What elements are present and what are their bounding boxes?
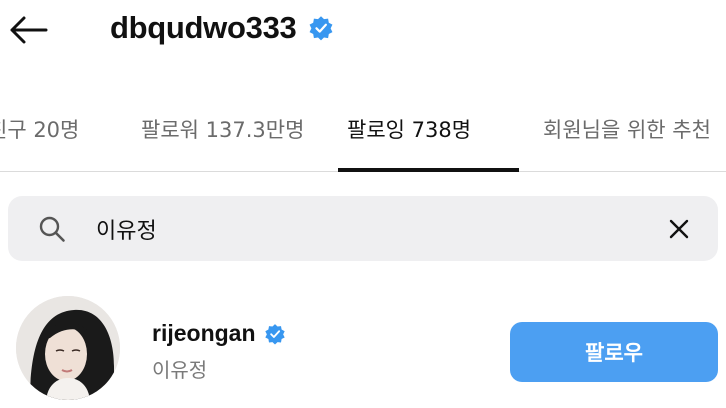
tab-bar: 친구 20명 팔로워 137.3만명 팔로잉 738명 회원님을 위한 추천: [0, 100, 726, 172]
profile-username: dbqudwo333: [110, 10, 297, 45]
list-item[interactable]: rijeongan 이유정 팔로우: [0, 290, 726, 408]
search-input[interactable]: [96, 206, 636, 251]
profile-title: dbqudwo333: [110, 10, 334, 46]
account-display-name: 이유정: [152, 358, 208, 382]
search-bar: [8, 196, 718, 261]
verified-badge-icon: [310, 16, 333, 41]
avatar-image: [16, 296, 120, 400]
account-handle: rijeongan: [152, 320, 256, 346]
tab-following[interactable]: 팔로잉 738명: [347, 100, 471, 172]
header: dbqudwo333: [0, 0, 726, 62]
verified-badge-icon: [264, 323, 285, 344]
account-name: rijeongan: [152, 320, 286, 347]
back-button[interactable]: [4, 8, 52, 52]
active-tab-indicator: [338, 168, 519, 172]
avatar[interactable]: [16, 296, 120, 400]
tab-followers[interactable]: 팔로워 137.3만명: [141, 100, 304, 172]
close-icon[interactable]: [666, 216, 692, 242]
arrow-left-icon: [10, 16, 48, 44]
search-icon: [39, 216, 65, 242]
follow-button[interactable]: 팔로우: [510, 322, 718, 382]
tab-friends[interactable]: 친구 20명: [0, 100, 79, 172]
tab-suggested[interactable]: 회원님을 위한 추천: [543, 100, 711, 172]
